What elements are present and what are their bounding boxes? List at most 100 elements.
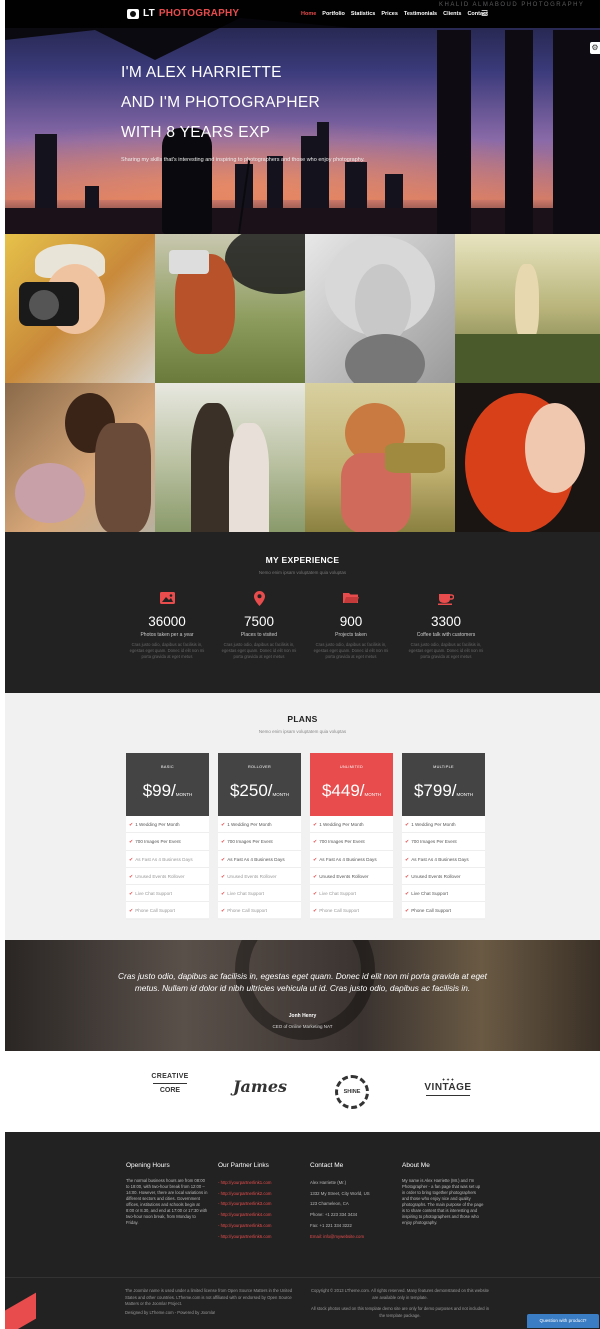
nav-clients[interactable]: Clients — [443, 11, 461, 17]
partner-link[interactable]: - http://yourpartnerlink5.com — [218, 1221, 300, 1232]
footer-partner-links: Our Partner Links - http://yourpartnerli… — [218, 1162, 300, 1242]
map-pin-icon — [214, 590, 304, 606]
check-icon: ✔ — [405, 822, 410, 828]
plan-feature: ✔ 700 Images Per Event — [310, 833, 393, 851]
check-icon: ✔ — [129, 873, 134, 880]
contact-line: Fax: +1 221 334 3222 — [310, 1222, 352, 1228]
pillar — [505, 30, 533, 234]
stat-description: Cras justo odio, dapibus ac facilisis in… — [408, 642, 484, 659]
plan-feature: ✔ Unused Events Rollover — [126, 868, 209, 886]
plan-card-rollover[interactable]: ROLLOVER $250/MONTH ✔ 1 Wedding Per Month ✔ 7… — [218, 753, 301, 920]
plan-feature-text: As Fast As 4 Business Days — [135, 856, 193, 862]
plan-feature: ✔ Unused Events Rollover — [310, 868, 393, 886]
partner-link[interactable]: - http://yourpartnerlink2.com — [218, 1189, 300, 1200]
partner-link[interactable]: - http://yourpartnerlink1.com — [218, 1178, 300, 1189]
gallery-photo-wedding-couple[interactable] — [155, 383, 305, 532]
designed-by-link[interactable]: Designed by LTheme.com - Powered by Joom… — [125, 1310, 295, 1317]
nav-home[interactable]: Home — [301, 11, 316, 17]
plan-feature-text: 1 Wedding Per Month — [411, 822, 456, 827]
plan-header: ROLLOVER $250/MONTH — [218, 753, 301, 816]
plan-feature-text: As Fast As 4 Business Days — [319, 856, 377, 862]
partner-link[interactable]: - http://yourpartnerlink6.com — [218, 1232, 300, 1243]
contact-line: Phone: +1 223 334 3434 — [310, 1212, 358, 1218]
gallery-photo-couple-kiss[interactable] — [5, 383, 155, 532]
plan-card-unlimited[interactable]: UNLIMITED $449/MONTH ✔ 1 Wedding Per Month ✔… — [310, 753, 393, 920]
plan-name: ROLLOVER — [247, 765, 272, 769]
gallery-photo-curly-blonde[interactable] — [305, 234, 455, 383]
plan-feature: ✔ Unused Events Rollover — [402, 868, 485, 886]
hamburger-menu-icon[interactable]: ☰ — [481, 9, 488, 18]
check-icon: ✔ — [221, 822, 226, 828]
plan-price: $99/MONTH — [126, 781, 209, 801]
client-logo-creative-core[interactable]: CREATIVE CORE — [145, 1073, 195, 1094]
plan-feature-text: Phone Call Support — [135, 908, 176, 914]
stat-number: 36000 — [148, 614, 186, 629]
stat-places: 7500 Places to visited Cras justo odio, … — [214, 590, 304, 660]
plan-feature-text: As Fast As 4 Business Days — [227, 856, 285, 862]
footer-bottom-bar: The Joomla! name is used under a limited… — [5, 1277, 600, 1329]
plan-feature-text: 700 Images Per Event — [227, 839, 273, 845]
plans-section: PLANS Nemo enim ipsam voluptatem quia vo… — [5, 693, 600, 940]
partner-link[interactable]: - http://yourpartnerlink3.com — [218, 1199, 300, 1210]
gallery-photo-girl-wheat[interactable] — [305, 383, 455, 532]
plan-feature-text: As Fast As 4 Business Days — [411, 856, 469, 862]
plans-title: PLANS — [287, 714, 318, 724]
testimonial-section: Cras justo odio, dapibus ac facilisis in… — [5, 940, 600, 1051]
nav-portfolio[interactable]: Portfolio — [322, 11, 345, 17]
check-icon: ✔ — [221, 856, 226, 863]
stat-description: Cras justo odio, dapibus ac facilisis in… — [221, 642, 297, 659]
pillar — [553, 30, 600, 234]
plan-header: UNLIMITED $449/MONTH — [310, 753, 393, 816]
plan-feature-text: Phone Call Support — [411, 908, 452, 914]
logo-prefix: LT — [143, 8, 155, 19]
plan-feature-text: Unused Events Rollover — [411, 873, 461, 879]
plan-feature-list: ✔ 1 Wedding Per Month ✔ 700 Images Per Even… — [402, 816, 485, 920]
plan-feature-list: ✔ 1 Wedding Per Month ✔ 700 Images Per Even… — [126, 816, 209, 920]
partner-link[interactable]: - http://yourpartnerlink4.com — [218, 1210, 300, 1221]
hero-subtitle: Sharing my skills that's interesting and… — [121, 157, 365, 163]
gallery-photo-woman-camera[interactable] — [5, 234, 155, 383]
plan-amount: $799/ — [413, 781, 457, 800]
contact-email-link[interactable]: Email: info@mywebsite.com — [310, 1232, 392, 1243]
nav-testimonials[interactable]: Testimonials — [404, 11, 437, 17]
settings-gear-icon[interactable]: ⚙ — [590, 42, 600, 54]
stat-number: 3300 — [430, 614, 462, 629]
gallery-photo-field-woman[interactable] — [455, 234, 600, 383]
check-icon: ✔ — [129, 908, 134, 915]
plan-feature-text: 700 Images Per Event — [319, 839, 365, 845]
nav-statistics[interactable]: Statistics — [351, 11, 375, 17]
plan-header: MULTIPLE $799/MONTH — [402, 753, 485, 816]
plan-name: UNLIMITED — [339, 765, 364, 769]
plan-feature: ✔ Phone Call Support — [402, 902, 485, 920]
live-chat-button[interactable]: Question with product? — [527, 1314, 599, 1328]
plan-feature-text: Phone Call Support — [227, 908, 268, 914]
gallery-photo-red-hair[interactable] — [455, 383, 600, 532]
camera-icon — [127, 8, 139, 19]
check-icon: ✔ — [221, 908, 226, 915]
plan-amount: $99/ — [142, 781, 176, 800]
experience-section: MY EXPERIENCE Nemo enim ipsam voluptatem… — [5, 532, 600, 693]
nav-prices[interactable]: Prices — [381, 11, 398, 17]
plan-price: $449/MONTH — [310, 781, 393, 801]
plan-feature-text: Live Chat Support — [227, 891, 264, 897]
plan-feature: ✔ 700 Images Per Event — [218, 833, 301, 851]
plan-feature: ✔ Live Chat Support — [310, 885, 393, 903]
page: LT PHOTOGRAPHY Home Portfolio Statistics… — [5, 0, 600, 1329]
check-icon: ✔ — [405, 856, 410, 863]
check-icon: ✔ — [129, 891, 134, 898]
client-logo-vintage[interactable]: ✦ ✦ ✦ VINTAGE — [420, 1073, 476, 1098]
plan-name: BASIC — [161, 765, 174, 769]
footer-section: Opening Hours The normal business hours … — [5, 1132, 600, 1329]
portfolio-gallery — [5, 234, 600, 532]
client-logo-shine[interactable]: SHINE — [335, 1075, 369, 1109]
site-logo[interactable]: LT PHOTOGRAPHY — [127, 8, 239, 19]
client-logo-james[interactable]: James — [230, 1077, 290, 1096]
check-icon: ✔ — [221, 891, 226, 898]
check-icon: ✔ — [405, 891, 410, 898]
plan-card-basic[interactable]: BASIC $99/MONTH ✔ 1 Wedding Per Month ✔ 700 I… — [126, 753, 209, 920]
check-icon: ✔ — [221, 873, 226, 880]
stat-number: 900 — [339, 614, 363, 629]
plan-card-multiple[interactable]: MULTIPLE $799/MONTH ✔ 1 Wedding Per Month ✔ 7… — [402, 753, 485, 920]
plan-feature: ✔ 1 Wedding Per Month — [126, 816, 209, 834]
gallery-photo-redhead-camera[interactable] — [155, 234, 305, 383]
